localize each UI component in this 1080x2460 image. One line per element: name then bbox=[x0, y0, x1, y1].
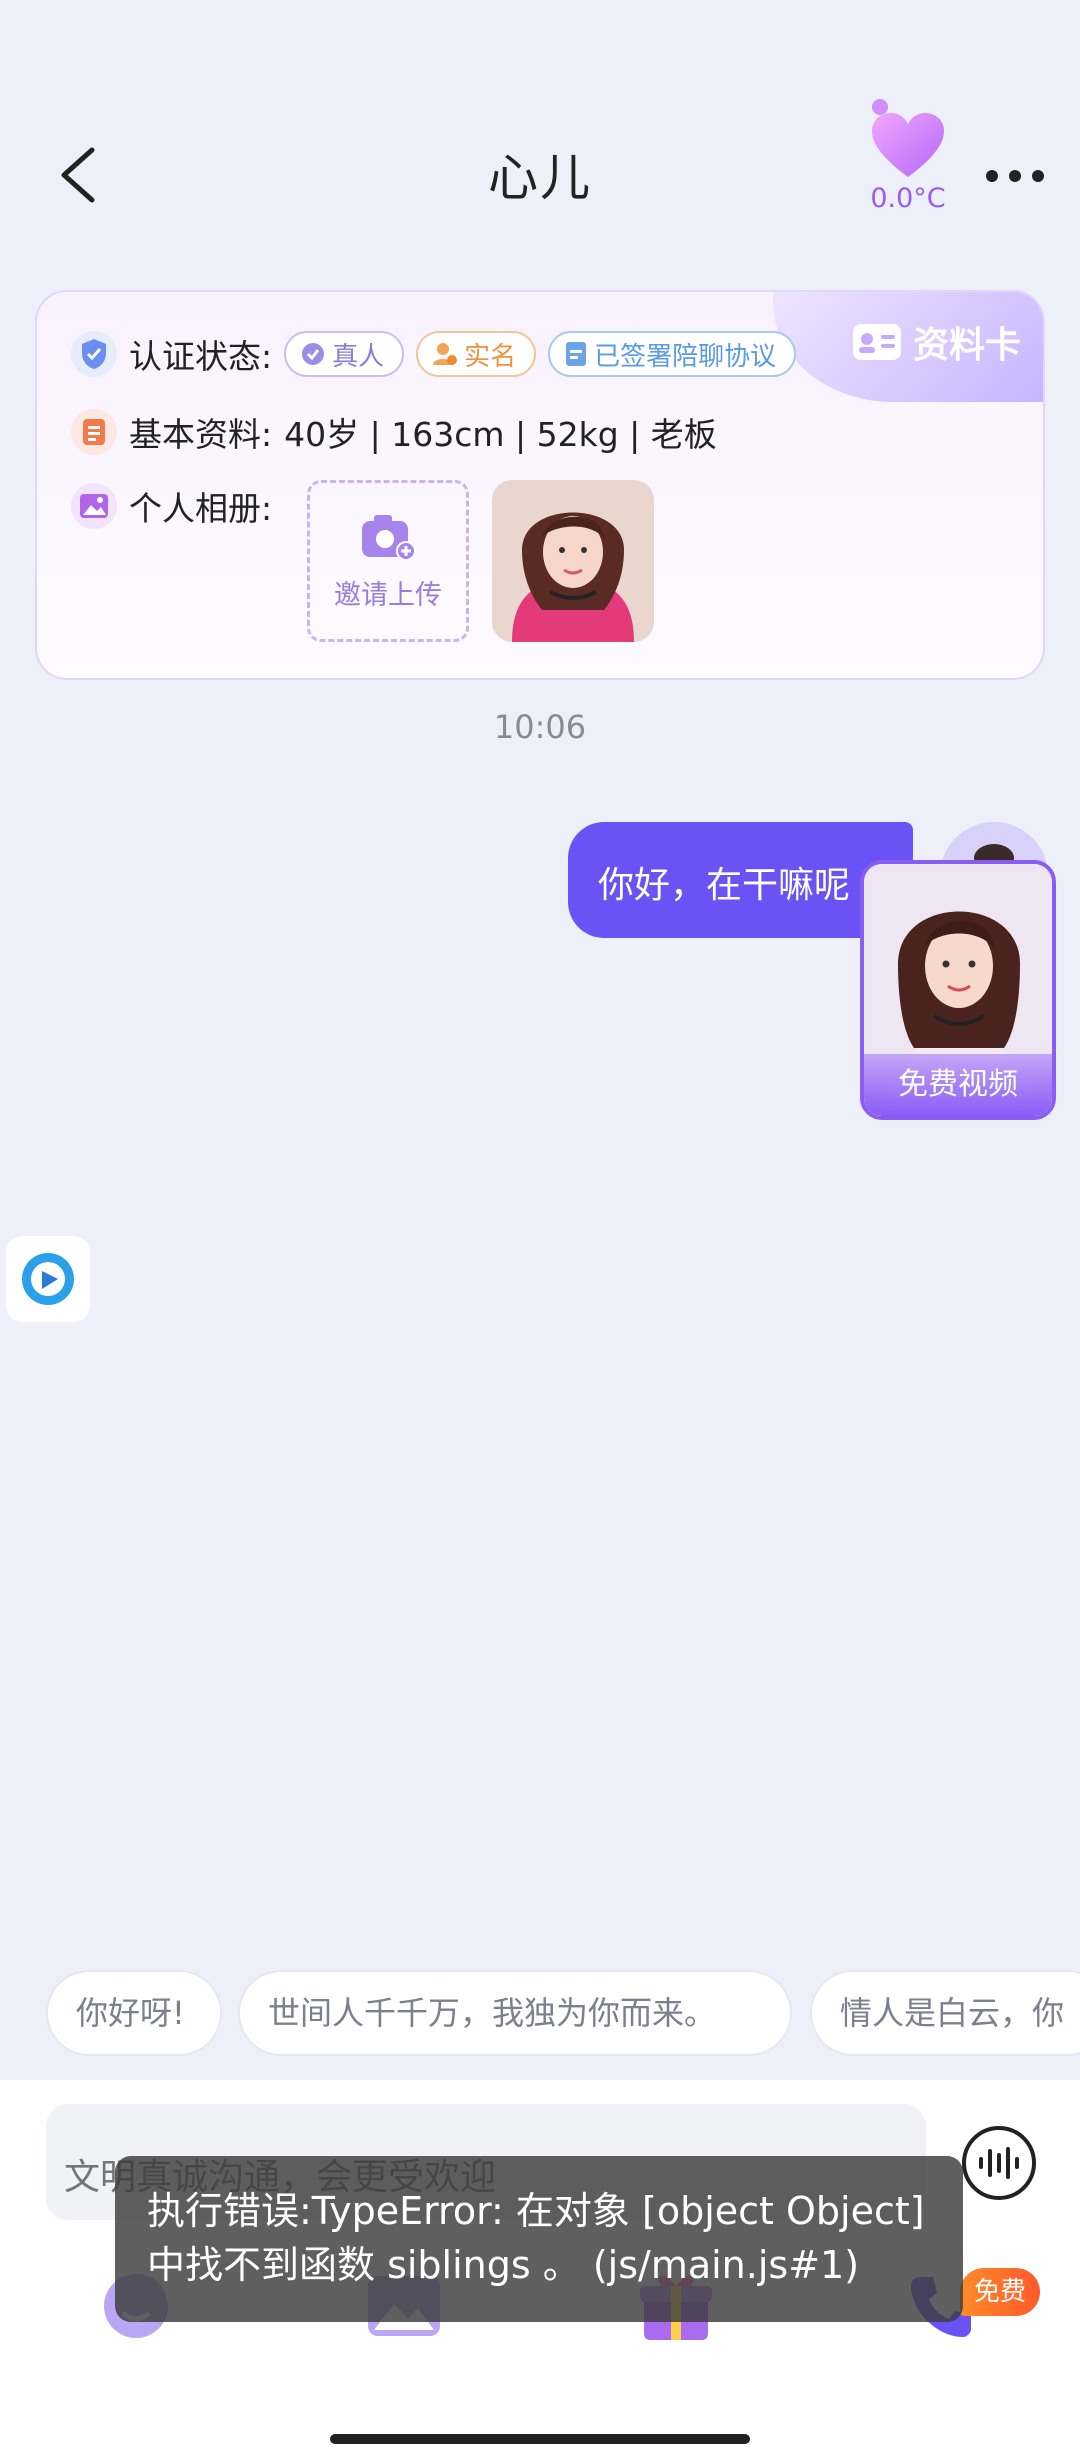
portrait-image bbox=[492, 480, 654, 642]
camera-plus-icon bbox=[362, 514, 416, 561]
basic-label: 基本资料: bbox=[129, 415, 273, 454]
floating-assistant-button[interactable] bbox=[6, 1236, 90, 1322]
badge-real-person: 真人 bbox=[284, 331, 405, 377]
heart-icon bbox=[872, 99, 944, 177]
chevron-left-icon bbox=[61, 147, 95, 203]
verify-label: 认证状态: bbox=[129, 337, 273, 376]
upload-text: 邀请上传 bbox=[334, 579, 442, 611]
badge-agreement[interactable]: 已签署陪聊协议 bbox=[548, 331, 797, 377]
message-time: 10:06 bbox=[493, 708, 587, 746]
album-label: 个人相册: bbox=[129, 489, 273, 528]
free-video-button[interactable]: 免费视频 bbox=[860, 860, 1056, 1120]
voice-button[interactable] bbox=[962, 2126, 1036, 2200]
album-icon bbox=[71, 483, 117, 529]
page-title: 心儿 bbox=[488, 149, 592, 207]
assistant-logo-icon bbox=[22, 1253, 74, 1305]
badge-real-name: 实名 bbox=[416, 331, 537, 377]
quick-reply-3[interactable]: 情人是白云，你 bbox=[810, 1970, 1080, 2056]
free-call-badge: 免费 bbox=[960, 2268, 1040, 2316]
quick-reply-1[interactable]: 你好呀! bbox=[46, 1970, 222, 2056]
profile-card[interactable]: 资料卡 认证状态: 真人 实名 已签署陪聊协议 基本资料: 40岁 | 163c… bbox=[35, 290, 1045, 680]
album-photo[interactable] bbox=[492, 480, 654, 642]
home-indicator[interactable] bbox=[330, 2434, 750, 2444]
free-video-label: 免费视频 bbox=[864, 1054, 1052, 1116]
heart-temperature: 0.0°C bbox=[870, 183, 946, 214]
error-line-2: 中找不到函数 siblings 。 (js/main.js#1) bbox=[147, 2243, 860, 2287]
profile-doc-icon bbox=[71, 409, 117, 455]
back-button[interactable] bbox=[50, 140, 110, 210]
invite-upload-button[interactable]: 邀请上传 bbox=[307, 480, 469, 642]
card-tag-label: 资料卡 bbox=[912, 325, 1021, 366]
basic-info: 40岁 | 163cm | 52kg | 老板 bbox=[284, 415, 717, 454]
intimacy-indicator[interactable]: 0.0°C bbox=[858, 95, 958, 215]
quick-reply-2[interactable]: 世间人千千万，我独为你而来。 bbox=[238, 1970, 792, 2056]
shield-icon bbox=[71, 331, 117, 377]
error-line-1: 执行错误:TypeError: 在对象 [object Object] bbox=[147, 2189, 925, 2233]
id-card-icon bbox=[852, 324, 901, 360]
error-toast: 执行错误:TypeError: 在对象 [object Object] 中找不到… bbox=[115, 2156, 963, 2322]
document-icon bbox=[566, 342, 587, 366]
user-check-icon bbox=[433, 343, 458, 365]
voice-wave-icon bbox=[979, 2147, 1019, 2179]
more-button[interactable] bbox=[980, 160, 1050, 190]
verified-icon bbox=[302, 343, 325, 365]
card-tag: 资料卡 bbox=[773, 292, 1043, 402]
